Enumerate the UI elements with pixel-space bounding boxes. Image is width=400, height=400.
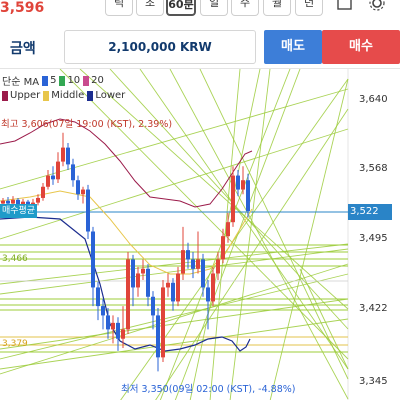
low-annotation: 최저 3,350(09일 02:00 (KST), -4.88%) — [121, 384, 296, 395]
upper-label: Upper — [10, 90, 41, 101]
ma20-swatch — [83, 75, 90, 86]
candle-body — [186, 250, 190, 260]
candle-body — [241, 180, 245, 190]
candle-body — [206, 287, 210, 302]
ma20-label: 20 — [91, 75, 104, 86]
candle-body — [146, 268, 150, 297]
trend-fan-line — [0, 88, 349, 190]
lower-label: Lower — [95, 90, 126, 101]
candle-body — [111, 322, 115, 330]
price-chart[interactable]: 단순 MA 5 10 20 Upper Middle Lower 최고 3,60… — [0, 68, 400, 400]
candle-body — [171, 282, 175, 302]
candle-body — [161, 287, 165, 358]
candle-body — [221, 236, 225, 260]
ma-legend: 단순 MA 5 10 20 — [2, 73, 104, 88]
y-tick-3422: 3,422 — [359, 303, 388, 314]
candle-body — [246, 180, 250, 211]
trend-fan-line — [79, 69, 349, 310]
candle-body — [166, 282, 170, 288]
upper-swatch — [2, 90, 8, 101]
trend-fan-line — [0, 263, 349, 375]
candle-body — [151, 296, 155, 316]
amount-input[interactable]: 2,100,000 KRW — [64, 30, 256, 64]
tab-60min[interactable]: 60분 — [166, 0, 196, 16]
candle-body — [71, 164, 75, 181]
trend-fan-line — [0, 128, 349, 240]
trend-fan-line — [0, 243, 349, 285]
level-3379-label: 3,379 — [2, 339, 28, 349]
bollinger-upper-line — [0, 118, 253, 208]
middle-swatch — [43, 90, 50, 101]
candle-body — [191, 259, 195, 269]
candle-body — [231, 175, 235, 223]
candle-body — [136, 273, 140, 288]
candle-body — [176, 273, 180, 302]
candle-body — [106, 315, 110, 330]
top-strip: 3,596 틱 초 60분 일 주 월 년 — [0, 0, 400, 24]
ma-legend-title: 단순 MA — [2, 77, 40, 88]
candle-body — [81, 189, 85, 195]
candle-body — [236, 175, 240, 190]
tab-year[interactable]: 년 — [295, 0, 323, 16]
candle-body — [56, 161, 60, 180]
bb-legend: Upper Middle Lower — [2, 90, 125, 101]
tab-day[interactable]: 일 — [200, 0, 228, 16]
buy-button[interactable]: 매수 — [322, 30, 400, 64]
candle-body — [196, 259, 200, 269]
candle-body — [201, 259, 205, 288]
candle-body — [216, 259, 220, 274]
candle-body — [116, 322, 120, 339]
tab-week[interactable]: 주 — [231, 0, 259, 16]
middle-label: Middle — [51, 90, 85, 101]
candle-body — [86, 189, 90, 232]
candle-body — [101, 306, 105, 316]
trend-fan-line — [229, 69, 271, 400]
sell-button[interactable]: 매도 — [264, 30, 322, 64]
order-bar: 금액 2,100,000 KRW 매도 매수 — [0, 28, 400, 66]
avg-buy-tag: 매수평균 — [0, 204, 37, 218]
candle-body — [11, 199, 15, 204]
gear-icon[interactable] — [366, 0, 388, 16]
y-tick-3568: 3,568 — [359, 163, 388, 174]
candle-body — [76, 180, 80, 195]
candle-body — [121, 329, 125, 339]
candle-body — [91, 231, 95, 288]
high-annotation: 최고 3,606(07일 19:00 (KST), 2.39%) — [1, 119, 173, 130]
candle-body — [131, 259, 135, 288]
candle-body — [96, 287, 100, 307]
level-3466-label: 3,466 — [2, 254, 28, 264]
candle-body — [126, 259, 130, 330]
lower-swatch — [87, 90, 94, 101]
y-tick-3640: 3,640 — [359, 94, 388, 105]
candle-body — [46, 175, 50, 187]
square-icon[interactable] — [334, 0, 356, 16]
candle-body — [66, 147, 70, 165]
candle-body — [181, 250, 185, 274]
trend-fan-line — [169, 69, 349, 400]
ma5-label: 5 — [50, 75, 57, 86]
ma10-label: 10 — [67, 75, 81, 86]
trend-fan-line — [199, 69, 349, 380]
candle-body — [211, 273, 215, 302]
current-price-top: 3,596 — [0, 0, 45, 16]
trend-fan-line — [109, 69, 349, 330]
candle-body — [61, 147, 65, 162]
amount-label: 금액 — [10, 41, 36, 57]
candle-body — [226, 222, 230, 237]
ma10-swatch — [59, 75, 66, 86]
candle-body — [141, 268, 145, 274]
tab-month[interactable]: 월 — [263, 0, 291, 16]
candle-body — [36, 197, 40, 203]
trend-fan-line — [209, 69, 241, 400]
y-tick-3345: 3,345 — [359, 376, 388, 387]
tab-second[interactable]: 초 — [136, 0, 164, 16]
ma5-swatch — [42, 75, 49, 86]
trend-fan-line — [0, 318, 349, 370]
candle-body — [156, 315, 160, 358]
candle-body — [41, 186, 45, 198]
candle-body — [51, 175, 55, 180]
tab-tick[interactable]: 틱 — [105, 0, 133, 16]
y-tick-3495: 3,495 — [359, 233, 388, 244]
current-price-tag: 3,522 — [348, 204, 392, 220]
